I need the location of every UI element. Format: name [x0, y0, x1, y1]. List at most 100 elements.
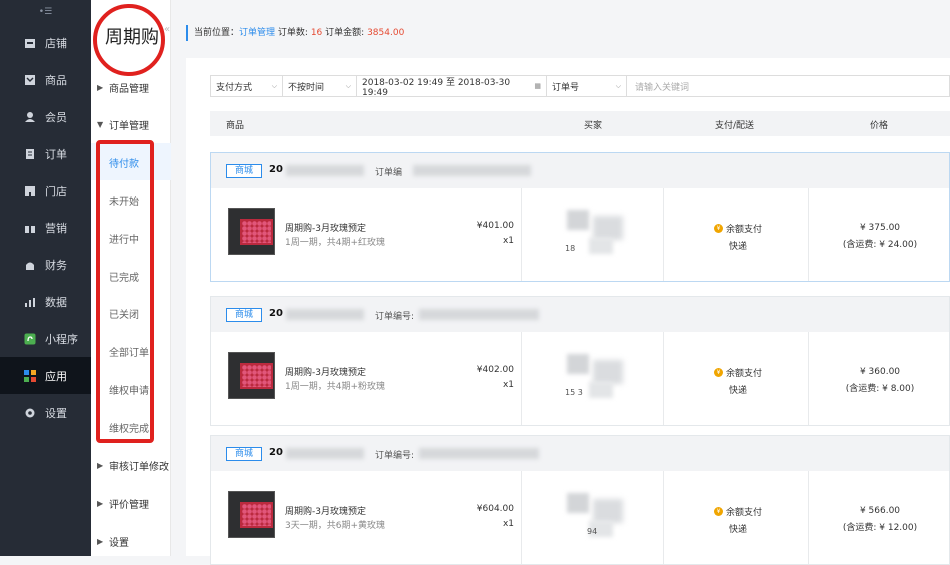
product-name[interactable]: 周期购-3月玫瑰预定 — [285, 504, 366, 517]
sub-item-in-progress[interactable]: 进行中 — [109, 231, 139, 246]
product-thumbnail[interactable] — [228, 491, 275, 538]
select-value: 不按时间 — [288, 82, 325, 93]
nav-item-finance[interactable]: 财务 — [0, 246, 91, 283]
sub-group-goods[interactable]: ▶ 商品管理 — [97, 80, 149, 95]
payment-method: ¥ 余额支付 — [714, 505, 762, 518]
filter-bar: 支付方式 ⌵ 不按时间 ⌵ 2018-03-02 19:49 至 2018-03… — [210, 75, 950, 98]
shop-icon — [23, 184, 37, 198]
menu-toggle[interactable]: •☰ — [0, 0, 91, 24]
chart-icon — [23, 295, 37, 309]
shipping-method: 快递 — [729, 386, 748, 396]
chevron-down-icon: ⌵ — [271, 81, 277, 90]
gift-icon — [23, 221, 37, 235]
nav-item-order[interactable]: 订单 — [0, 135, 91, 172]
product-name[interactable]: 周期购-3月玫瑰预定 — [285, 221, 366, 234]
order-card: 商城 20 订单编 周期购-3月玫瑰预定 1周一期，共4期+红玫瑰 ¥401.0… — [210, 152, 950, 282]
nav-item-store[interactable]: 店铺 — [0, 24, 91, 61]
order-header: 商城 20 订单编 — [211, 153, 949, 188]
divider — [808, 471, 809, 564]
search-input[interactable]: 请输入关键词 — [627, 75, 950, 97]
sub-group-label: 设置 — [109, 538, 129, 549]
sub-item-all-orders[interactable]: 全部订单 — [109, 344, 149, 359]
annotation-box — [96, 140, 154, 443]
nav-item-marketing[interactable]: 营销 — [0, 209, 91, 246]
caret-right-icon: ▶ — [97, 499, 104, 508]
date-range-picker[interactable]: 2018-03-02 19:49 至 2018-03-30 19:49 ▦ — [357, 75, 547, 98]
redacted-order-id — [286, 165, 364, 176]
nav-item-shop[interactable]: 门店 — [0, 172, 91, 209]
quantity: x1 — [502, 236, 514, 246]
redacted-buyer — [567, 210, 589, 230]
order-amount-label: 订单金额: — [325, 28, 365, 38]
order-card: 商城 20 订单编号: 周期购-3月玫瑰预定 3天一期，共6期+黄玫瑰 ¥604… — [210, 435, 950, 565]
sub-group-orders[interactable]: ▼ 订单管理 — [97, 117, 149, 132]
divider — [808, 332, 809, 425]
nav-item-goods[interactable]: 商品 — [0, 61, 91, 98]
redacted-order-no — [419, 309, 539, 320]
order-body: 周期购-3月玫瑰预定 1周一期，共4期+红玫瑰 ¥401.00 x1 18 ¥ 余… — [211, 188, 949, 281]
sub-item-not-started[interactable]: 未开始 — [109, 193, 139, 208]
breadcrumb: 当前位置：订单管理 订单数: 16 订单金额: 3854.00 — [186, 25, 404, 41]
order-price: ¥ 566.00 — [859, 506, 901, 516]
divider — [521, 471, 522, 564]
sub-item-pending-payment[interactable]: 待付款 — [109, 155, 139, 170]
payment-method: ¥ 余额支付 — [714, 366, 762, 379]
finance-icon — [23, 258, 37, 272]
sub-item-completed[interactable]: 已完成 — [109, 269, 139, 284]
order-no-label: 订单编 — [375, 168, 403, 178]
pay-method-select[interactable]: 支付方式 ⌵ — [210, 75, 283, 97]
nav-item-miniprogram[interactable]: 小程序 — [0, 320, 91, 357]
nav-label: 店铺 — [45, 36, 67, 50]
nav-item-data[interactable]: 数据 — [0, 283, 91, 320]
sub-item-rights-done[interactable]: 维权完成 — [109, 420, 149, 435]
divider — [521, 332, 522, 425]
order-icon — [23, 147, 37, 161]
product-name[interactable]: 周期购-3月玫瑰预定 — [285, 365, 366, 378]
order-body: 周期购-3月玫瑰预定 3天一期，共6期+黄玫瑰 ¥604.00 x1 94 ¥ 余… — [211, 471, 949, 564]
order-header: 商城 20 订单编号: — [211, 297, 949, 332]
coin-icon: ¥ — [714, 368, 723, 377]
shipping-method: 快递 — [729, 525, 748, 535]
order-count-label: 订单数: — [277, 28, 308, 38]
nav-label: 设置 — [45, 406, 67, 420]
redacted-buyer — [589, 382, 613, 398]
unit-price: ¥401.00 — [476, 221, 514, 231]
table-header: 商品 买家 支付/配送 价格 — [210, 111, 950, 136]
product-desc: 1周一期，共4期+粉玫瑰 — [285, 382, 385, 392]
unit-price: ¥604.00 — [476, 504, 514, 514]
redacted-buyer — [589, 238, 613, 254]
sub-item-rights-request[interactable]: 维权申请 — [109, 382, 149, 397]
nav-label: 财务 — [45, 258, 67, 272]
source-tag: 商城 — [226, 447, 262, 461]
calendar-icon: ▦ — [534, 82, 541, 90]
nav-label: 会员 — [45, 110, 67, 124]
order-price: ¥ 375.00 — [859, 223, 901, 233]
buyer-phone: 15 3 — [565, 388, 583, 397]
col-price: 价格 — [870, 121, 889, 131]
sub-group-review-edits[interactable]: ▶ 审核订单修改 — [97, 458, 169, 473]
nav-item-settings[interactable]: 设置 — [0, 394, 91, 431]
product-thumbnail[interactable] — [228, 208, 275, 255]
chevron-down-icon: ⌵ — [345, 81, 351, 90]
divider — [808, 188, 809, 281]
source-tag: 商城 — [226, 164, 262, 178]
order-price: ¥ 360.00 — [859, 367, 901, 377]
col-buyer: 买家 — [584, 121, 603, 131]
time-type-select[interactable]: 不按时间 ⌵ — [283, 75, 357, 97]
sub-group-reviews[interactable]: ▶ 评价管理 — [97, 496, 149, 511]
redacted-buyer — [593, 216, 623, 240]
caret-right-icon: ▶ — [97, 83, 104, 92]
nav-item-apps[interactable]: 应用 — [0, 357, 91, 394]
breadcrumb-link[interactable]: 订单管理 — [239, 28, 275, 38]
sub-item-closed[interactable]: 已关闭 — [109, 306, 139, 321]
caret-right-icon: ▶ — [97, 537, 104, 546]
sub-group-label: 商品管理 — [109, 84, 149, 95]
nav-item-member[interactable]: 会员 — [0, 98, 91, 135]
collapse-icon[interactable]: « — [164, 24, 172, 35]
gear-icon — [23, 406, 37, 420]
search-field-select[interactable]: 订单号 ⌵ — [547, 75, 627, 97]
product-thumbnail[interactable] — [228, 352, 275, 399]
apps-icon — [23, 369, 37, 383]
sub-group-settings[interactable]: ▶ 设置 — [97, 534, 129, 549]
sub-group-label: 审核订单修改 — [109, 462, 169, 473]
